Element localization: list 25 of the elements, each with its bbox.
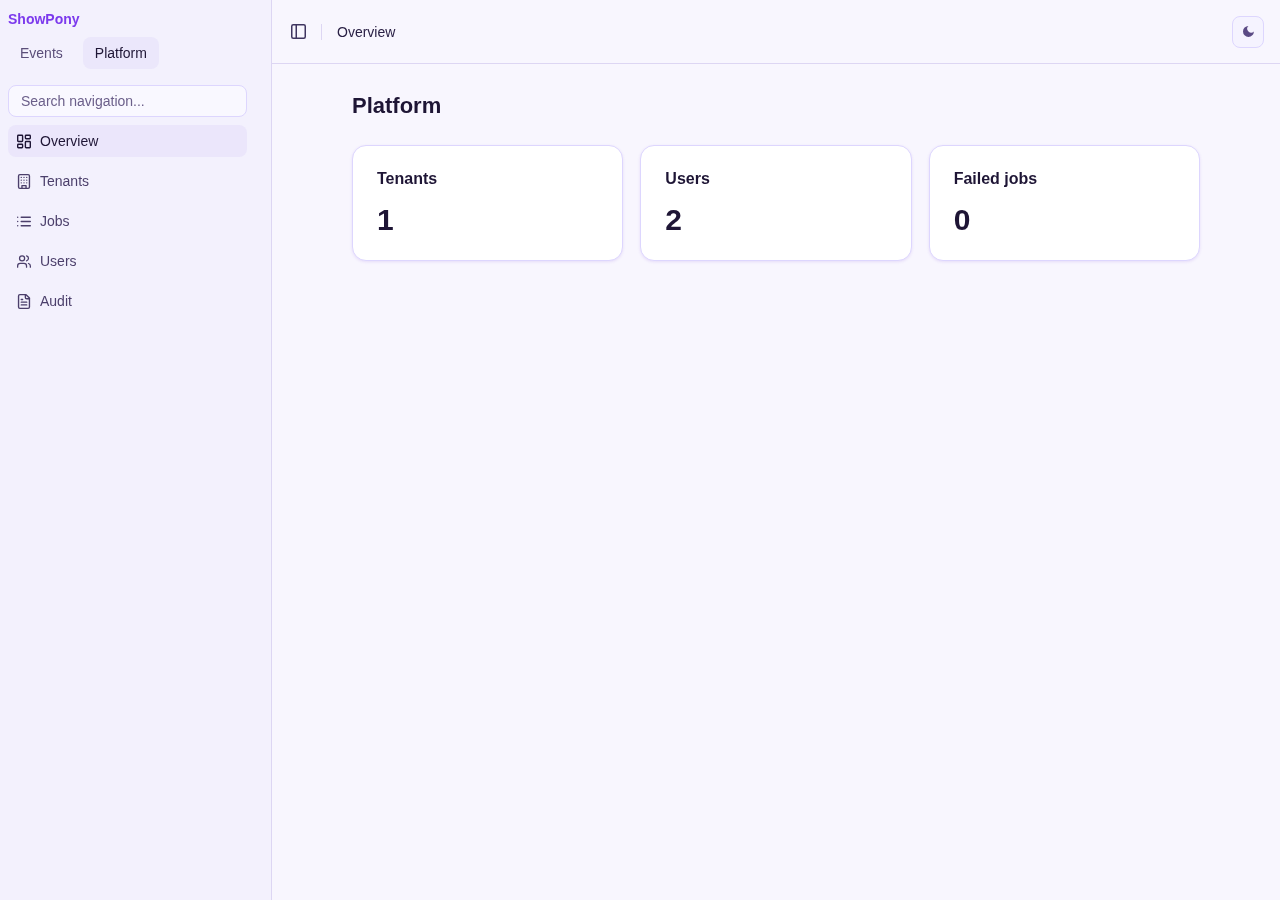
nav-item[interactable]: Users (8, 245, 247, 277)
search-field[interactable]: Search navigation... (8, 85, 247, 117)
theme-toggle-button[interactable] (1232, 15, 1264, 48)
building-icon (17, 173, 31, 189)
brand-name: ShowPony (8, 10, 81, 28)
dashboard-icon (17, 133, 31, 149)
stat-label: Failed jobs (953, 169, 1039, 189)
page-title: Platform (352, 92, 443, 120)
stat-value: 0 (953, 202, 972, 238)
stat-value: 1 (377, 202, 395, 238)
nav-item[interactable]: Jobs (8, 205, 247, 237)
moon-icon (1242, 26, 1254, 37)
document-icon (17, 293, 31, 309)
stat-label: Users (665, 169, 711, 189)
sidebar-tab[interactable]: Platform (82, 37, 159, 69)
nav-item[interactable]: Audit (8, 285, 247, 317)
users-icon (17, 253, 31, 269)
nav-item[interactable]: Tenants (8, 165, 247, 197)
sidebar-panel-icon (290, 24, 306, 39)
nav-item[interactable]: Overview (8, 125, 247, 157)
sidebar-tab[interactable]: Events (8, 37, 75, 69)
sidebar-toggle-button[interactable] (290, 23, 306, 40)
stat-value: 2 (665, 202, 683, 238)
stat-label: Tenants (377, 169, 439, 189)
breadcrumb: Overview (337, 23, 396, 40)
